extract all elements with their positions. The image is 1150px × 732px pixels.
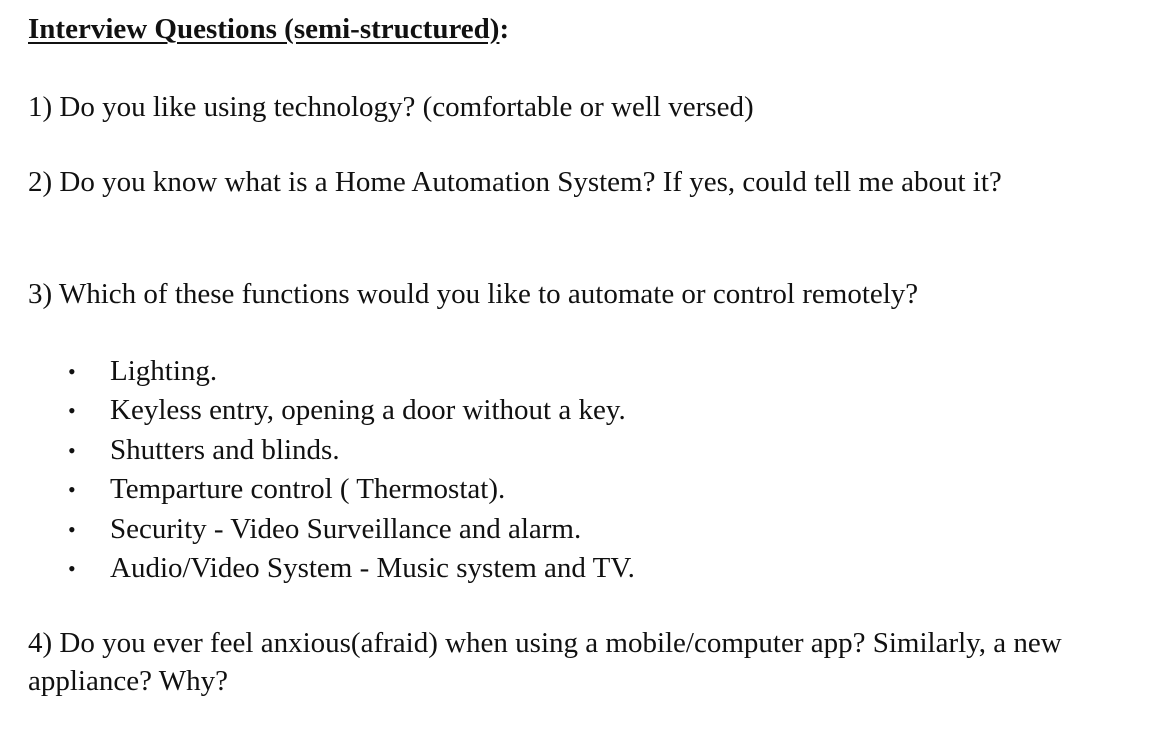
list-item-label: Security - Video Surveillance and alarm. [110, 512, 582, 545]
bullet-icon: • [68, 516, 76, 542]
list-item: • Lighting. [28, 352, 635, 391]
functions-list: • Lighting. • Keyless entry, opening a doo… [28, 352, 635, 588]
question-3: 3) Which of these functions would you li… [28, 278, 919, 310]
list-item-label: Audio/Video System - Music system and TV… [110, 551, 635, 584]
list-item: • Temparture control ( Thermostat). [28, 470, 635, 509]
bullet-icon: • [68, 437, 76, 463]
bullet-icon: • [68, 398, 76, 424]
list-item: • Audio/Video System - Music system and T… [28, 549, 635, 588]
bullet-icon: • [68, 477, 76, 503]
bullet-icon: • [68, 555, 76, 581]
question-1: 1) Do you like using technology? (comfor… [28, 91, 754, 123]
list-item: • Keyless entry, opening a door without a… [28, 391, 635, 430]
list-item-label: Temparture control ( Thermostat). [110, 473, 506, 506]
list-item-label: Lighting. [110, 355, 218, 387]
list-item: • Shutters and blinds. [28, 431, 635, 470]
list-item-label: Shutters and blinds. [110, 433, 340, 466]
question-2: 2) Do you know what is a Home Automation… [28, 166, 1002, 198]
document-page: Interview Questions (semi-structured): 1… [28, 10, 1118, 697]
page-title: Interview Questions (semi-structured): [28, 10, 1118, 48]
bullet-icon: • [68, 359, 76, 384]
list-item-label: Keyless entry, opening a door without a … [110, 394, 626, 427]
page-title-colon: : [499, 13, 510, 45]
list-item: • Security - Video Surveillance and alarm… [28, 510, 635, 549]
page-title-text: Interview Questions (semi-structured) [28, 13, 500, 45]
question-4: 4) Do you ever feel anxious(afraid) when… [28, 627, 1062, 697]
